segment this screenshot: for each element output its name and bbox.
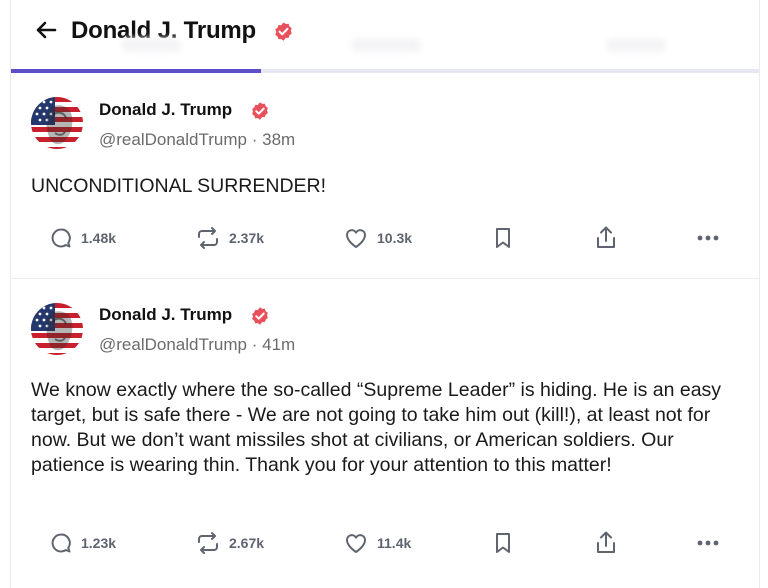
verified-badge-icon [275,22,292,41]
bookmark-icon [496,533,510,553]
meta-separator: · [251,335,258,354]
post-text: We know exactly where the so-called “Sup… [31,379,722,476]
ellipsis-icon [697,235,719,241]
heart-icon [345,229,367,248]
author-handle-line: @realDonaldTrump · 38m [99,130,295,150]
repost-button[interactable]: 2.67k [195,529,264,557]
bookmark-button[interactable] [492,529,514,557]
like-button[interactable]: 11.4k [343,529,411,557]
more-options-button[interactable] [695,224,721,252]
repost-count: 2.37k [229,230,265,246]
author-name[interactable]: Donald J. Trump [99,100,232,120]
post[interactable]: Donald J. Trump @realDonaldTrump · 41m W… [11,279,759,588]
app-frame: Donald J. Trump Donald J. Trump @realDon… [10,0,760,588]
like-count: 10.3k [377,230,413,246]
ellipsis-icon [697,540,719,546]
repost-button[interactable]: 2.37k [195,224,264,252]
reply-button[interactable]: 1.23k [49,529,116,557]
profile-header: Donald J. Trump [11,0,759,73]
repost-icon [198,227,218,249]
back-button[interactable] [33,17,59,43]
verified-badge-icon [252,307,268,325]
tab-replies[interactable] [351,38,421,52]
post[interactable]: Donald J. Trump @realDonaldTrump · 38m U… [11,73,759,278]
reply-count: 1.48k [81,230,117,246]
post-time[interactable]: 41m [262,335,295,354]
bookmark-icon [496,228,510,248]
avatar-image [31,97,83,149]
tab-media[interactable] [606,38,666,52]
like-button[interactable]: 10.3k [343,224,412,252]
avatar-image [31,303,83,355]
comment-icon [51,533,71,553]
avatar[interactable] [31,303,83,355]
tab-truths[interactable] [121,38,181,52]
arrow-left-icon [36,21,57,39]
meta-separator: · [251,130,258,149]
repost-count: 2.67k [229,535,265,551]
share-icon [597,531,615,553]
avatar[interactable] [31,97,83,149]
more-options-button[interactable] [695,529,721,557]
bookmark-button[interactable] [492,224,514,252]
author-handle[interactable]: @realDonaldTrump [99,130,247,149]
verified-badge-icon [252,102,268,120]
like-count: 11.4k [377,535,412,551]
reply-button[interactable]: 1.48k [49,224,116,252]
author-handle[interactable]: @realDonaldTrump [99,335,247,354]
repost-icon [198,532,218,554]
share-button[interactable] [594,529,618,557]
post-time[interactable]: 38m [262,130,295,149]
post-actions: 1.48k 2.37k 10.3k [11,224,759,252]
post-text: UNCONDITIONAL SURRENDER! [31,175,327,197]
reply-count: 1.23k [81,535,117,551]
heart-icon [345,534,367,553]
author-handle-line: @realDonaldTrump · 41m [99,335,295,355]
share-button[interactable] [594,224,618,252]
author-name[interactable]: Donald J. Trump [99,305,232,325]
post-actions: 1.23k 2.67k 11.4k [11,529,759,557]
share-icon [597,226,615,248]
comment-icon [51,228,71,248]
